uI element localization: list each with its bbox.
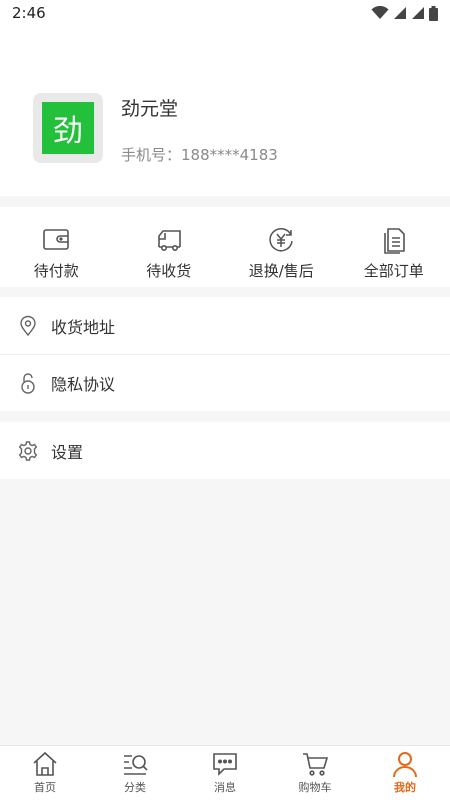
- category-search-icon: [124, 755, 148, 775]
- order-pending-receipt[interactable]: 待收货: [113, 207, 226, 287]
- menu-label: 隐私协议: [51, 374, 116, 394]
- message-icon: [213, 753, 237, 776]
- order-after-sales[interactable]: 退换/售后: [225, 207, 338, 287]
- truck-icon: [157, 230, 181, 251]
- lock-icon: [21, 372, 35, 394]
- profile-name: 劲元堂: [121, 98, 179, 120]
- wallet-icon: [43, 229, 70, 250]
- tab-category[interactable]: 分类: [90, 746, 180, 800]
- menu-group-settings: 设置: [0, 422, 450, 479]
- avatar-char: 劲: [53, 114, 83, 149]
- tab-label: 我的: [394, 781, 416, 794]
- avatar-logo: 劲: [42, 102, 94, 154]
- status-icons: [371, 5, 438, 21]
- signal-icon: [394, 7, 406, 19]
- tab-cart[interactable]: 购物车: [270, 746, 360, 800]
- document-list-icon: [383, 228, 405, 254]
- user-icon: [393, 752, 417, 778]
- order-shortcuts: 待付款 待收货 退换/售后 全部订单: [0, 207, 450, 287]
- cart-icon: [303, 753, 329, 776]
- menu-label: 设置: [51, 442, 84, 462]
- profile-card: 劲 劲元堂 手机号：188****4183: [0, 26, 450, 196]
- tab-messages[interactable]: 消息: [180, 746, 270, 800]
- menu-item-address[interactable]: 收货地址: [0, 297, 450, 354]
- battery-icon: [429, 5, 438, 21]
- order-label: 退换/售后: [248, 262, 314, 280]
- yuan-return-icon: [269, 228, 293, 252]
- status-time: 2:46: [12, 4, 46, 22]
- gear-icon: [18, 440, 38, 461]
- bottom-tab-bar: 首页 分类 消息 购物车 我的: [0, 745, 450, 800]
- tab-mine[interactable]: 我的: [360, 746, 450, 800]
- wifi-icon: [371, 6, 389, 19]
- order-label: 待收货: [146, 262, 192, 280]
- order-all[interactable]: 全部订单: [338, 207, 450, 287]
- menu-item-settings[interactable]: 设置: [0, 422, 450, 479]
- menu-item-privacy[interactable]: 隐私协议: [0, 354, 450, 411]
- tab-label: 购物车: [298, 781, 332, 794]
- order-pending-payment[interactable]: 待付款: [0, 207, 113, 287]
- tab-label: 消息: [214, 781, 236, 794]
- location-pin-icon: [20, 315, 36, 336]
- order-label: 全部订单: [363, 262, 424, 280]
- profile-phone: 手机号：188****4183: [121, 146, 278, 164]
- tab-label: 分类: [124, 781, 146, 794]
- menu-group-main: 收货地址 隐私协议: [0, 297, 450, 411]
- home-icon: [33, 751, 57, 776]
- signal-icon-2: [412, 7, 424, 19]
- tab-label: 首页: [34, 781, 56, 794]
- status-bar: 2:46: [0, 0, 450, 26]
- order-label: 待付款: [33, 262, 79, 280]
- menu-label: 收货地址: [51, 317, 116, 337]
- avatar[interactable]: 劲: [33, 93, 103, 163]
- tab-home[interactable]: 首页: [0, 746, 90, 800]
